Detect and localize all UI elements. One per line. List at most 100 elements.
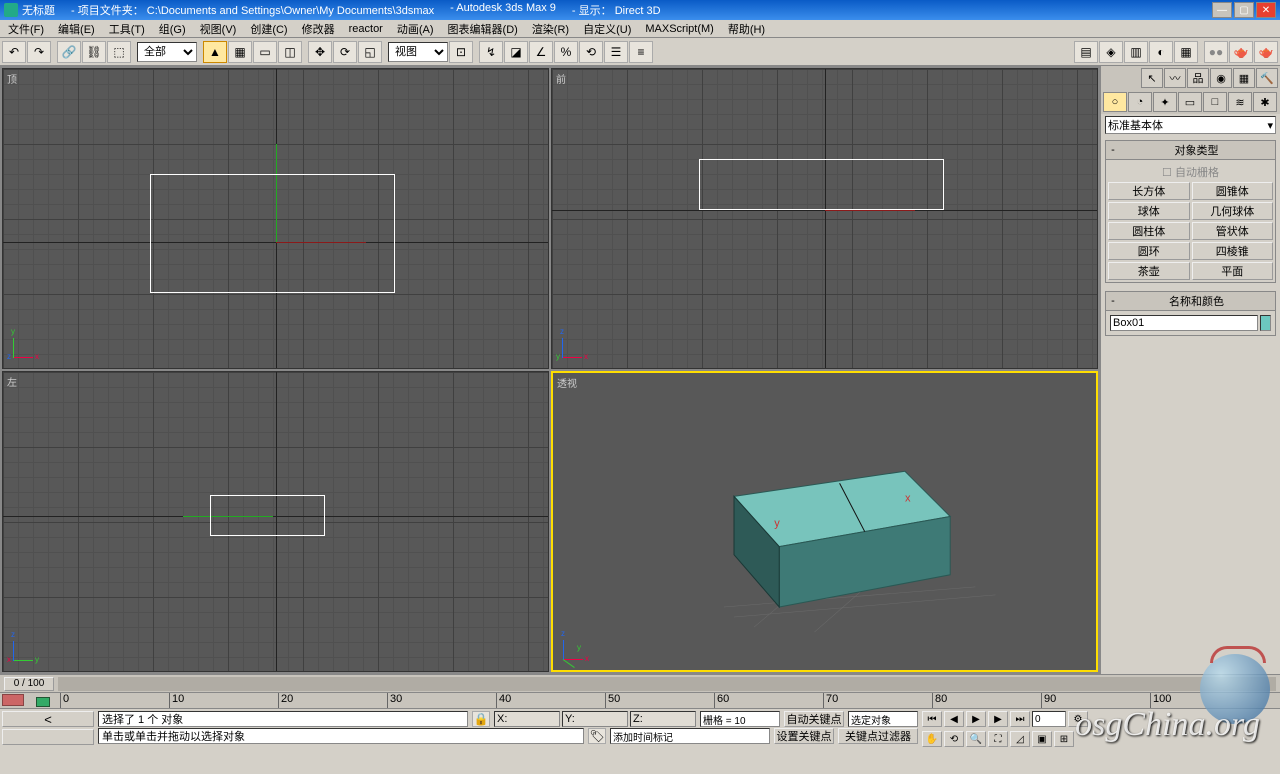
play-button[interactable]: ▶ — [966, 711, 986, 727]
frame-field[interactable]: 0 — [1032, 711, 1066, 727]
btn-teapot[interactable]: 茶壶 — [1108, 262, 1190, 280]
align-button[interactable]: ≡ — [629, 41, 653, 63]
named-sel-button[interactable]: ☰ — [604, 41, 628, 63]
viewport-front[interactable]: 前 xzy — [551, 68, 1098, 369]
close-button[interactable]: ✕ — [1256, 2, 1276, 18]
select-name-button[interactable]: ▦ — [228, 41, 252, 63]
btn-cylinder[interactable]: 圆柱体 — [1108, 222, 1190, 240]
pivot-button[interactable]: ⊡ — [449, 41, 473, 63]
btn-box[interactable]: 长方体 — [1108, 182, 1190, 200]
fov-button[interactable]: ◿ — [1010, 731, 1030, 747]
render-button[interactable]: 🫖 — [1254, 41, 1278, 63]
coord-z[interactable]: Z: — [630, 711, 696, 727]
time-thumb[interactable]: 0 / 100 — [4, 677, 54, 691]
menu-modifiers[interactable]: 修改器 — [296, 20, 341, 38]
scale-button[interactable]: ◱ — [358, 41, 382, 63]
autokey-button[interactable]: 自动关键点 — [784, 711, 844, 727]
range-start[interactable] — [36, 697, 50, 707]
menu-view[interactable]: 视图(V) — [194, 20, 243, 38]
tab-utilities[interactable]: 🔨 — [1256, 68, 1278, 88]
zoom-all-button[interactable]: ⛶ — [988, 731, 1008, 747]
schematic-button[interactable]: ▥ — [1124, 41, 1148, 63]
tag-icon[interactable]: 🏷 — [588, 728, 606, 744]
btn-torus[interactable]: 圆环 — [1108, 242, 1190, 260]
unlink-button[interactable]: ⛓ — [82, 41, 106, 63]
btn-geosphere[interactable]: 几何球体 — [1192, 202, 1274, 220]
menu-graph[interactable]: 图表编辑器(D) — [442, 20, 524, 38]
cat-shapes[interactable]: ◔ — [1128, 92, 1152, 112]
cat-cameras[interactable]: ▭ — [1178, 92, 1202, 112]
link-button[interactable]: 🔗 — [57, 41, 81, 63]
menu-reactor[interactable]: reactor — [343, 22, 389, 36]
coord-y[interactable]: Y: — [562, 711, 628, 727]
tab-display[interactable]: ▦ — [1233, 68, 1255, 88]
time-ruler[interactable]: 0102030405060708090100 — [0, 692, 1280, 708]
render-scene-button[interactable]: ▦ — [1174, 41, 1198, 63]
autogrid-checkbox[interactable]: ☐ 自动栅格 — [1108, 162, 1273, 182]
time-config-button[interactable]: ⚙ — [1068, 711, 1088, 727]
color-swatch[interactable] — [1260, 315, 1271, 331]
menu-create[interactable]: 创建(C) — [244, 20, 293, 38]
rotate-button[interactable]: ⟳ — [333, 41, 357, 63]
menu-anim[interactable]: 动画(A) — [391, 20, 440, 38]
tab-motion[interactable]: ◉ — [1210, 68, 1232, 88]
viewport-perspective[interactable]: 透视 y x — [551, 371, 1098, 672]
undo-button[interactable]: ↶ — [2, 41, 26, 63]
redo-button[interactable]: ↷ — [27, 41, 51, 63]
menu-edit[interactable]: 编辑(E) — [52, 20, 101, 38]
selset-field[interactable]: 选定对象 — [848, 711, 918, 727]
select-button[interactable]: ▲ — [203, 41, 227, 63]
material-editor-button[interactable]: ◐ — [1149, 41, 1173, 63]
btn-cone[interactable]: 圆锥体 — [1192, 182, 1274, 200]
btn-pyramid[interactable]: 四棱锥 — [1192, 242, 1274, 260]
play-next-button[interactable]: ▶ — [988, 711, 1008, 727]
maximize-button[interactable]: ▢ — [1234, 2, 1254, 18]
menu-file[interactable]: 文件(F) — [2, 20, 50, 38]
zoom-ext-button[interactable]: ▣ — [1032, 731, 1052, 747]
category-dropdown[interactable]: 标准基本体▾ — [1105, 116, 1276, 134]
play-prev-button[interactable]: ◀ — [944, 711, 964, 727]
cat-lights[interactable]: ✦ — [1153, 92, 1177, 112]
curve-editor-button[interactable]: ◈ — [1099, 41, 1123, 63]
menu-custom[interactable]: 自定义(U) — [577, 20, 637, 38]
spinner-snap-button[interactable]: ⟲ — [579, 41, 603, 63]
tab-hierarchy[interactable]: 品 — [1187, 68, 1209, 88]
selection-filter[interactable]: 全部 — [137, 42, 197, 62]
minimize-button[interactable]: — — [1212, 2, 1232, 18]
menu-render[interactable]: 渲染(R) — [526, 20, 575, 38]
bind-button[interactable]: ⬚ — [107, 41, 131, 63]
angle-snap-button[interactable]: ∠ — [529, 41, 553, 63]
btn-sphere[interactable]: 球体 — [1108, 202, 1190, 220]
percent-snap-button[interactable]: % — [554, 41, 578, 63]
select-region-button[interactable]: ▭ — [253, 41, 277, 63]
move-button[interactable]: ✥ — [308, 41, 332, 63]
render-last-button[interactable]: 🫖 — [1229, 41, 1253, 63]
btn-tube[interactable]: 管状体 — [1192, 222, 1274, 240]
menu-help[interactable]: 帮助(H) — [722, 20, 771, 38]
cat-spacewarps[interactable]: ≋ — [1228, 92, 1252, 112]
window-crossing-button[interactable]: ◫ — [278, 41, 302, 63]
layers-button[interactable]: ▤ — [1074, 41, 1098, 63]
viewport-top[interactable]: 顶 xyz — [2, 68, 549, 369]
pan-view-button[interactable]: ✋ — [922, 731, 942, 747]
setkey-btn[interactable] — [2, 729, 94, 745]
max-toggle-button[interactable]: ⊞ — [1054, 731, 1074, 747]
mirror-button[interactable]: ◪ — [504, 41, 528, 63]
lock-sel-icon[interactable]: 🔒 — [472, 711, 490, 727]
time-slider[interactable]: 0 / 100 — [0, 674, 1280, 692]
play-start-button[interactable]: ⏮ — [922, 711, 942, 727]
key-marker[interactable] — [2, 694, 24, 706]
object-name-input[interactable] — [1110, 315, 1258, 331]
arc-rotate-button[interactable]: ⟲ — [944, 731, 964, 747]
viewport-left[interactable]: 左 yzx — [2, 371, 549, 672]
quick-render-button[interactable]: ●● — [1204, 41, 1228, 63]
play-end-button[interactable]: ⏭ — [1010, 711, 1030, 727]
keyfilter-button[interactable]: 关键点过滤器 — [838, 728, 918, 744]
tab-modify[interactable]: 〰 — [1164, 68, 1186, 88]
anim-button[interactable]: < — [2, 711, 94, 727]
cat-helpers[interactable]: □ — [1203, 92, 1227, 112]
snap-button[interactable]: ↯ — [479, 41, 503, 63]
ref-coord-sys[interactable]: 视图 — [388, 42, 448, 62]
tab-create[interactable]: ↖ — [1141, 68, 1163, 88]
menu-group[interactable]: 组(G) — [153, 20, 192, 38]
